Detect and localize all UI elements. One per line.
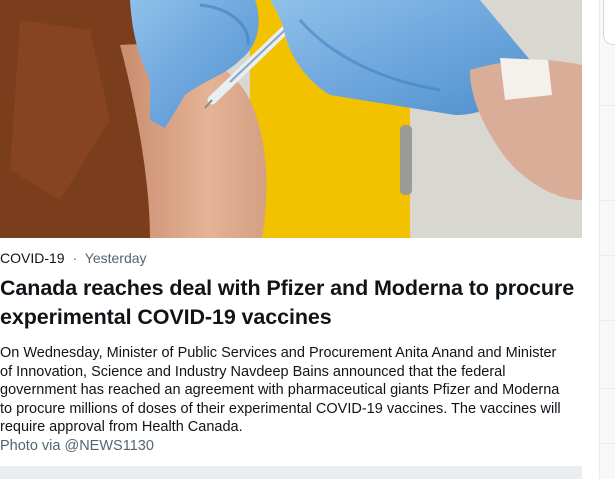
sidebar-divider [600,200,615,201]
sidebar-divider [600,105,615,106]
timestamp: Yesterday [84,250,147,266]
article-photo[interactable] [0,0,582,238]
photo-credit[interactable]: Photo via @NEWS1130 [0,438,154,454]
card-bottom-divider [0,466,582,479]
article-description: On Wednesday, Minister of Public Service… [0,345,561,436]
topic-label[interactable]: COVID-19 [0,250,65,266]
news-card[interactable]: COVID-19 · Yesterday Canada reaches deal… [0,0,582,466]
article-headline[interactable]: Canada reaches deal with Pfizer and Mode… [0,274,575,332]
sidebar-divider [600,443,615,444]
sidebar-divider [600,320,615,321]
right-sidebar-edge [599,0,615,479]
article-meta: COVID-19 · Yesterday [0,250,147,266]
sidebar-border [599,0,600,479]
meta-separator: · [72,250,78,266]
sidebar-divider [600,388,615,389]
sidebar-divider [600,255,615,256]
sidebar-search-box-edge[interactable] [603,0,615,45]
